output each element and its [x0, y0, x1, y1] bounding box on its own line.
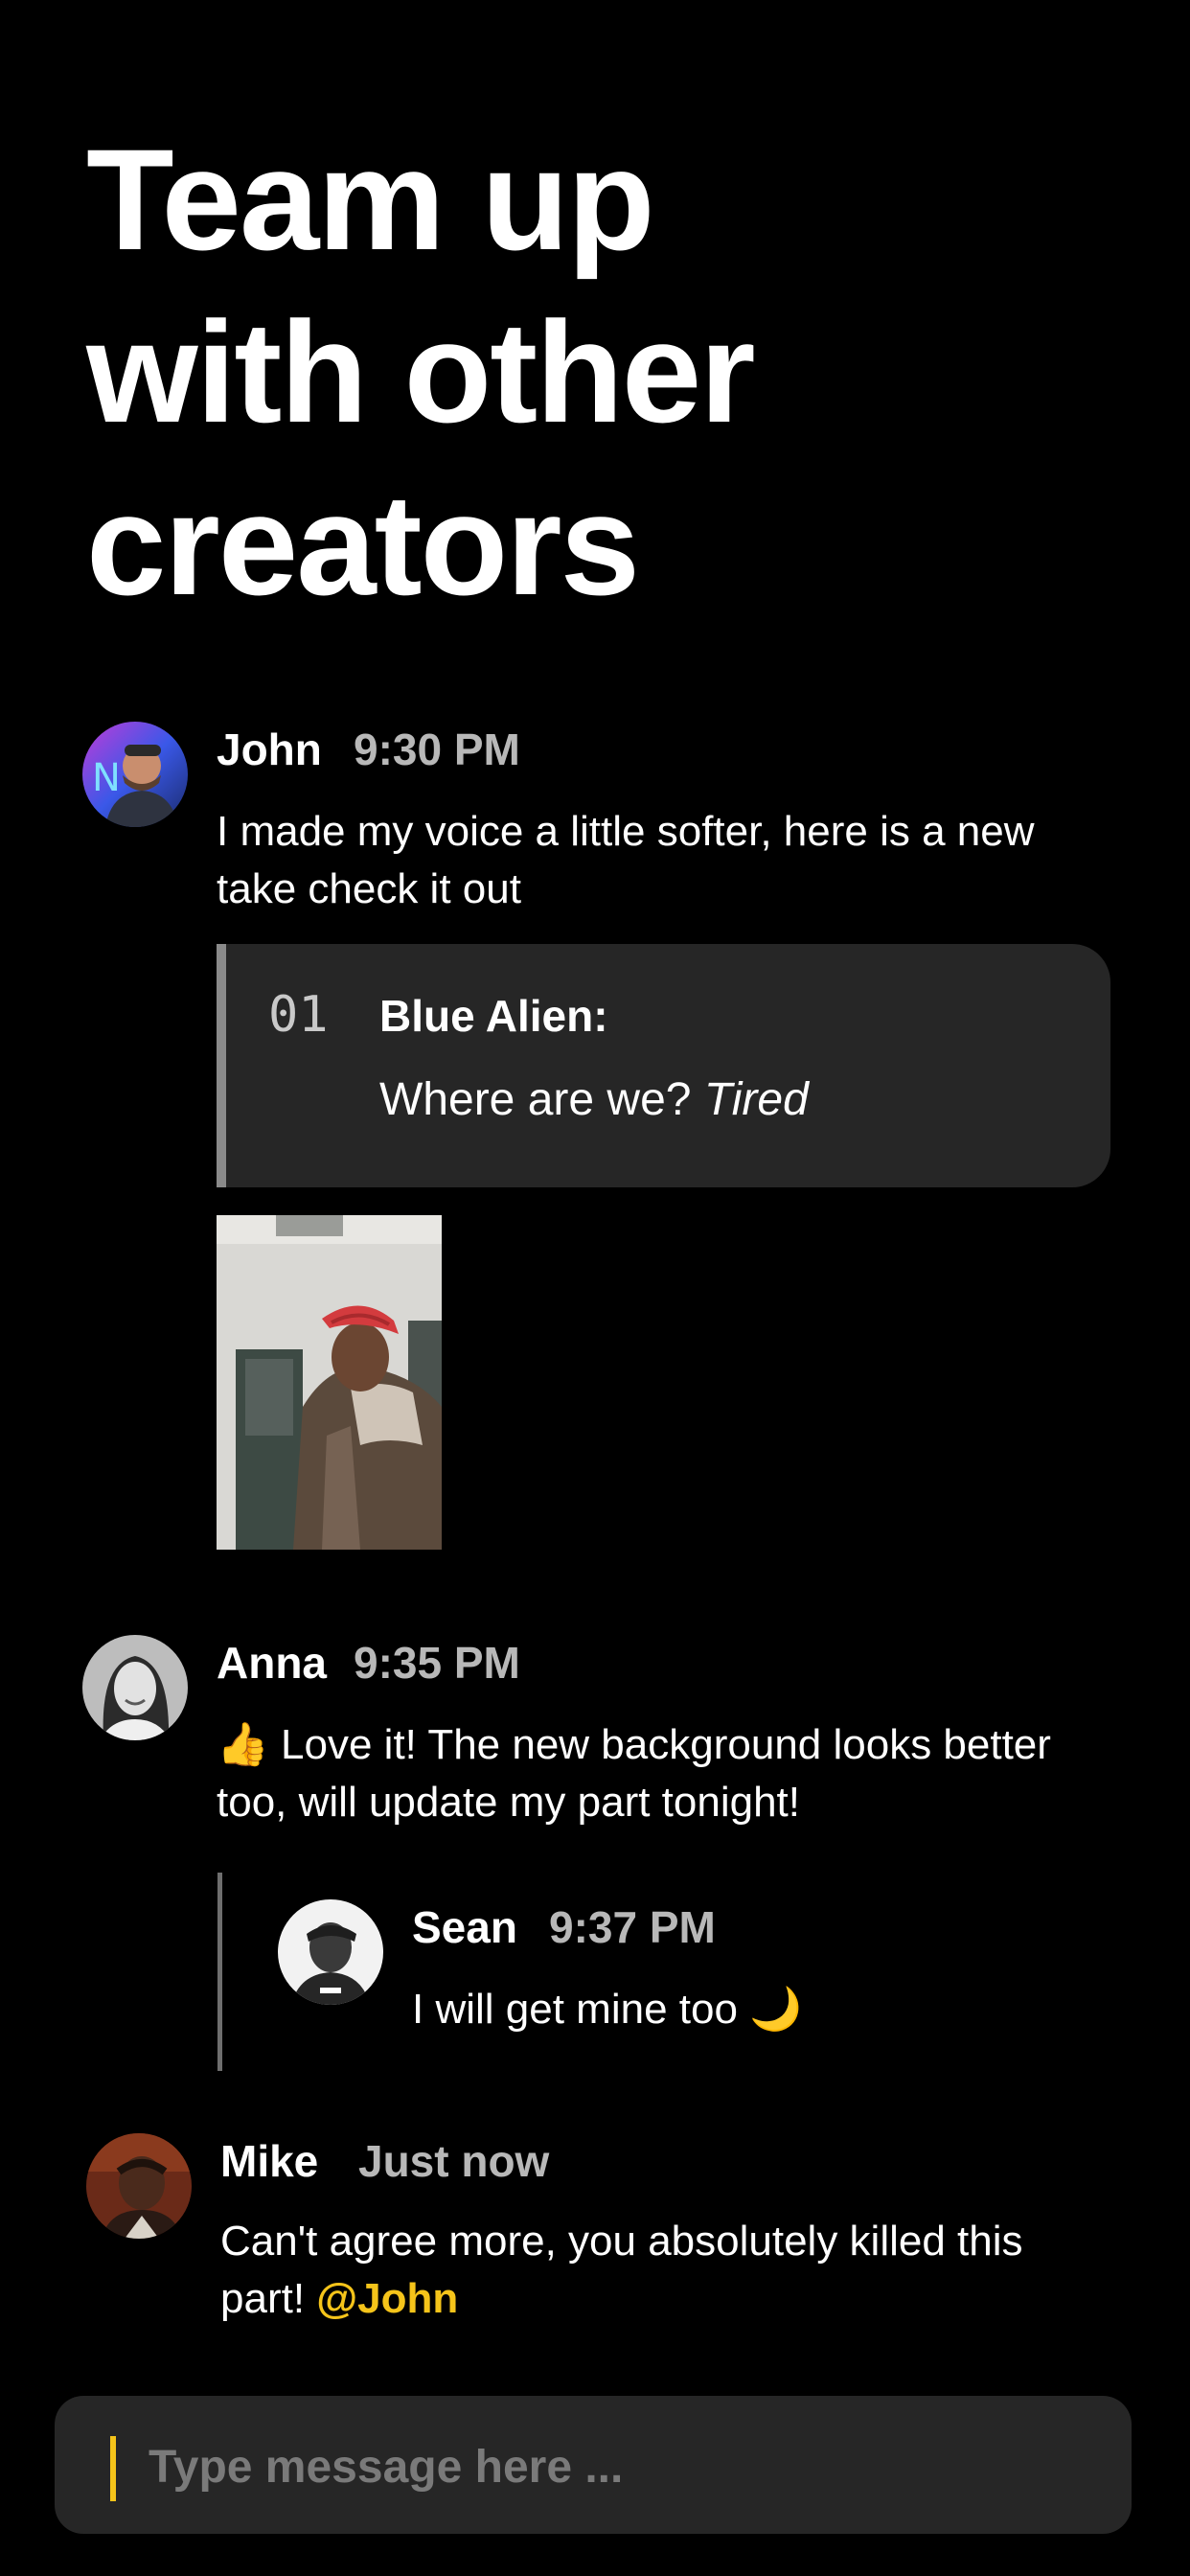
script-quote-card[interactable]: 01 Blue Alien: Where are we? Tired: [217, 944, 1110, 1187]
message-composer[interactable]: [55, 2396, 1132, 2534]
message-input[interactable]: [147, 2425, 1089, 2509]
page-headline: Team up with other creators: [86, 113, 1044, 631]
message-text: I made my voice a little softer, here is…: [217, 808, 1035, 912]
quote-dialogue: Where are we? Tired: [379, 1073, 809, 1126]
reply-text-body: I will get mine too: [412, 1986, 738, 2033]
reply-timestamp: 9:37 PM: [549, 1902, 716, 1952]
quote-line-number: 01: [268, 986, 329, 1044]
message-timestamp: 9:35 PM: [354, 1638, 520, 1688]
author-name[interactable]: John: [217, 724, 322, 775]
reply-author-name[interactable]: Sean: [412, 1901, 517, 1953]
attached-photo[interactable]: [217, 1215, 442, 1550]
headline-line-1: Team up: [86, 119, 655, 280]
message-text-body: Love it! The new background looks better…: [217, 1721, 1051, 1826]
author-name[interactable]: Anna: [217, 1637, 327, 1689]
headline-line-3: creators: [86, 464, 640, 625]
quote-character: Blue Alien:: [379, 991, 608, 1041]
author-name[interactable]: Mike: [220, 2135, 318, 2187]
headline-line-2: with other: [86, 291, 756, 452]
quote-direction: Tired: [703, 1074, 809, 1125]
quote-dialogue-text: Where are we?: [379, 1074, 692, 1125]
message-text: Can't agree more, you absolutely killed …: [220, 2213, 1054, 2328]
avatar-sean[interactable]: [278, 1899, 383, 2005]
avatar-anna[interactable]: [82, 1635, 188, 1740]
reply-text: I will get mine too 🌙: [412, 1981, 1083, 2038]
text-caret: [110, 2436, 116, 2501]
avatar-mike[interactable]: [86, 2133, 192, 2239]
user-mention[interactable]: @John: [316, 2275, 458, 2322]
crescent-moon-icon: 🌙: [749, 1985, 802, 2034]
thumbs-up-icon: 👍: [217, 1720, 269, 1769]
thread-reply-bar: [217, 1873, 222, 2071]
avatar-john[interactable]: N: [82, 722, 188, 827]
message-timestamp: Just now: [358, 2136, 550, 2186]
message-timestamp: 9:30 PM: [354, 724, 520, 774]
message-text: 👍 Love it! The new background looks bett…: [217, 1716, 1079, 1831]
svg-text:N: N: [92, 756, 121, 800]
